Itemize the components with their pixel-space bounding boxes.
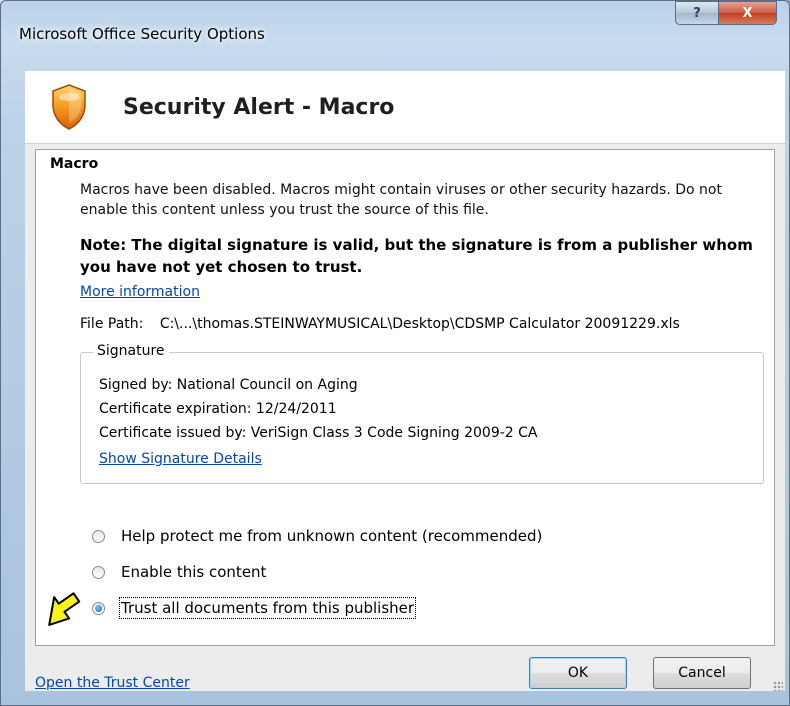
shield-warning-icon	[52, 84, 86, 130]
option-label[interactable]: Enable this content	[121, 563, 266, 581]
file-path-value: C:\...\thomas.STEINWAYMUSICAL\Desktop\CD…	[159, 316, 680, 332]
ok-button[interactable]: OK	[529, 657, 627, 689]
option-help-protect[interactable]: Help protect me from unknown content (re…	[92, 518, 542, 554]
radio-button-selected[interactable]	[92, 601, 105, 615]
resize-grip[interactable]	[773, 681, 783, 691]
macro-info-panel: Macro Macros have been disabled. Macros …	[35, 149, 775, 646]
certificate-expiration: Certificate expiration: 12/24/2011	[99, 401, 337, 417]
radio-button[interactable]	[92, 529, 105, 543]
signature-legend: Signature	[93, 343, 169, 359]
security-options-dialog: Microsoft Office Security Options ? X Se	[0, 0, 790, 706]
window-title: Microsoft Office Security Options	[19, 25, 265, 43]
alert-title: Security Alert - Macro	[123, 95, 395, 120]
section-title: Macro	[50, 156, 99, 172]
help-button[interactable]: ?	[675, 1, 719, 25]
signature-details: Signed by: National Council on Aging Cer…	[99, 373, 537, 471]
cancel-button[interactable]: Cancel	[653, 657, 751, 689]
pointer-arrow-icon	[48, 592, 81, 626]
more-information-link[interactable]: More information	[80, 284, 200, 300]
option-trust-publisher[interactable]: Trust all documents from this publisher	[48, 590, 542, 626]
title-bar[interactable]: Microsoft Office Security Options ? X	[1, 1, 789, 71]
option-enable-content[interactable]: Enable this content	[92, 554, 542, 590]
trust-options: Help protect me from unknown content (re…	[48, 518, 542, 626]
radio-button[interactable]	[92, 565, 105, 579]
option-label[interactable]: Help protect me from unknown content (re…	[121, 527, 542, 545]
open-trust-center-link[interactable]: Open the Trust Center	[35, 675, 190, 691]
macro-description: Macros have been disabled. Macros might …	[80, 182, 722, 218]
title-buttons: ? X	[675, 1, 777, 25]
file-path-row: File Path: C:\...\thomas.STEINWAYMUSICAL…	[80, 316, 680, 332]
signature-note: Note: The digital signature is valid, bu…	[80, 236, 753, 276]
signature-group: Signature Signed by: National Council on…	[80, 343, 764, 484]
dialog-client-area: Security Alert - Macro Macro Macros have…	[25, 71, 785, 691]
file-path-label: File Path:	[80, 316, 144, 332]
certificate-issuer: Certificate issued by: VeriSign Class 3 …	[99, 425, 538, 441]
close-button[interactable]: X	[719, 1, 777, 25]
show-signature-details-link[interactable]: Show Signature Details	[99, 447, 262, 471]
option-label[interactable]: Trust all documents from this publisher	[118, 597, 417, 619]
signed-by: Signed by: National Council on Aging	[99, 377, 358, 393]
alert-header: Security Alert - Macro	[25, 71, 785, 144]
